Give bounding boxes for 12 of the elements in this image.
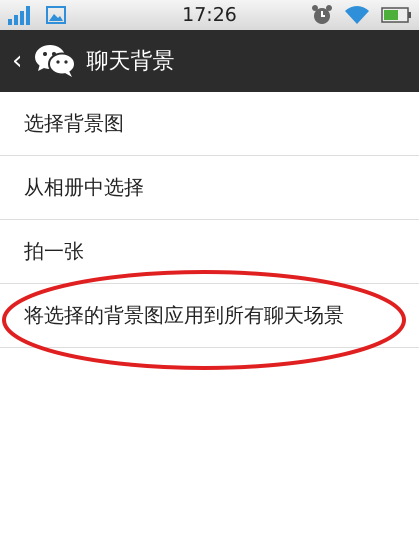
menu-item[interactable]: 选择背景图: [24, 110, 124, 137]
wifi-icon: [345, 6, 369, 24]
back-button[interactable]: ‹: [10, 46, 24, 76]
chat-bubbles-icon: [34, 44, 76, 78]
clock-time: 17:26: [182, 4, 237, 26]
image-icon: [46, 6, 66, 24]
screen-title: 聊天背景: [86, 48, 174, 76]
menu-item[interactable]: 从相册中选择: [24, 174, 144, 201]
alarm-clock-icon: [311, 4, 333, 26]
battery-icon: [381, 7, 411, 23]
menu-item[interactable]: 拍一张: [24, 238, 84, 265]
menu-item[interactable]: 将选择的背景图应用到所有聊天场景: [24, 302, 344, 329]
